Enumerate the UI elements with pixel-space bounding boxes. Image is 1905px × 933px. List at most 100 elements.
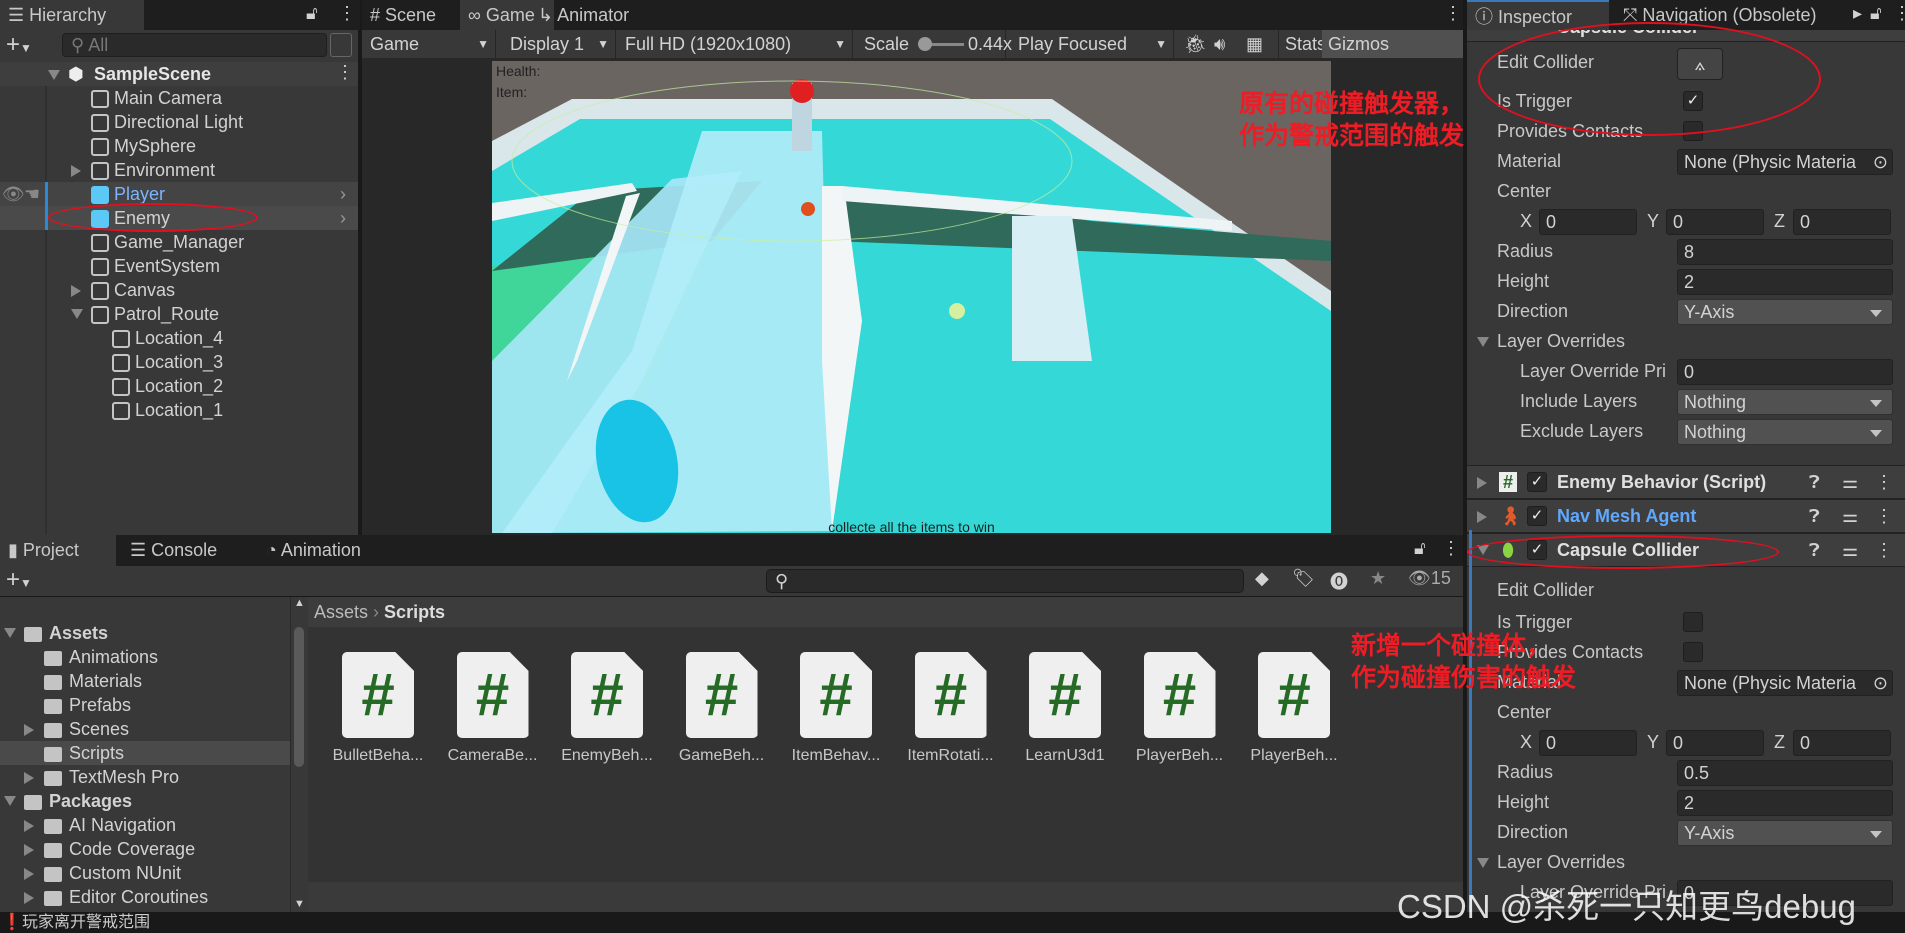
preset-settings-icon[interactable]: ⚌ xyxy=(1842,500,1858,532)
expand-arrow-icon[interactable] xyxy=(24,772,34,784)
create-add-button[interactable]: +▼ xyxy=(6,566,32,594)
material-field[interactable]: None (Physic Materia ⊙ xyxy=(1677,670,1893,696)
project-search-input[interactable]: ⚲ xyxy=(766,569,1244,593)
folder-tree-item[interactable]: Code Coverage xyxy=(0,837,290,861)
hierarchy-item[interactable]: Main Camera xyxy=(0,86,358,110)
folder-tree-item[interactable]: Animations xyxy=(0,645,290,669)
folder-tree-item[interactable]: Scripts xyxy=(0,741,290,765)
resolution-dropdown[interactable]: Full HD (1920x1080) ▼ xyxy=(619,30,853,58)
bug-icon[interactable]: 🐞︎ xyxy=(1184,30,1207,58)
game-mode-dropdown[interactable]: Game ▼ xyxy=(364,30,496,58)
expand-arrow-icon[interactable] xyxy=(1477,337,1489,347)
component-enabled-checkbox[interactable]: ✓ xyxy=(1527,472,1547,492)
layer-override-priority-input[interactable]: 0 xyxy=(1677,359,1893,385)
folder-tree-item[interactable]: AI Navigation xyxy=(0,813,290,837)
preset-settings-icon[interactable]: ⚌ xyxy=(1842,466,1858,498)
pickable-hand-icon[interactable]: ☚ xyxy=(24,182,40,206)
direction-dropdown[interactable]: Y-Axis xyxy=(1677,299,1893,325)
object-picker-icon[interactable]: ⊙ xyxy=(1872,150,1888,174)
hierarchy-item[interactable]: Patrol_Route xyxy=(0,302,358,326)
expand-arrow-icon[interactable] xyxy=(1477,477,1487,489)
hidden-packages-toggle[interactable]: 👁︎15 xyxy=(1408,568,1451,589)
hierarchy-item[interactable]: › 👁︎ ☚ Player xyxy=(0,182,358,206)
component-enabled-checkbox[interactable]: ✓ xyxy=(1527,506,1547,526)
material-field[interactable]: None (Physic Materia ⊙ xyxy=(1677,149,1893,175)
tab-animation[interactable]: ◔ Animation xyxy=(258,535,388,566)
tab-animator[interactable]: ↳ Animator xyxy=(530,0,650,30)
expand-arrow-icon[interactable] xyxy=(71,309,83,319)
tab-scene[interactable]: # Scene xyxy=(362,0,456,30)
keyboard-shortcuts-icon[interactable]: ▦ xyxy=(1246,30,1263,58)
tree-scrollbar[interactable]: ▲ ▼ xyxy=(290,597,308,912)
hierarchy-item[interactable]: MySphere xyxy=(0,134,358,158)
hierarchy-item[interactable]: Environment xyxy=(0,158,358,182)
preset-settings-icon[interactable]: ⚌ xyxy=(1842,534,1858,566)
label-tag-icon[interactable]: 🏷︎ xyxy=(1292,568,1315,589)
gizmos-button[interactable]: Gizmos xyxy=(1322,30,1463,58)
folder-tree-item[interactable]: Assets xyxy=(0,621,290,645)
lock-icon[interactable]: 🔓︎ xyxy=(1414,538,1426,559)
hierarchy-item[interactable]: EventSystem xyxy=(0,254,358,278)
expand-arrow-icon[interactable] xyxy=(24,724,34,736)
play-mode-dropdown[interactable]: Play Focused ▼ xyxy=(1010,30,1174,58)
create-add-button[interactable]: +▼ xyxy=(6,31,32,59)
tab-hierarchy[interactable]: ☰ Hierarchy xyxy=(0,0,144,30)
help-icon[interactable]: ❓︎ xyxy=(1809,466,1820,498)
provides-contacts-checkbox[interactable] xyxy=(1683,642,1703,662)
expand-arrow-icon[interactable] xyxy=(1477,511,1487,523)
object-picker-icon[interactable]: ⊙ xyxy=(1872,671,1888,695)
more-menu-icon[interactable]: ⋮ xyxy=(1875,466,1893,498)
center-y-input[interactable]: 0 xyxy=(1666,209,1764,235)
breadcrumb-assets[interactable]: Assets xyxy=(314,602,368,622)
hierarchy-item[interactable]: Location_3 xyxy=(0,350,358,374)
expand-arrow-icon[interactable] xyxy=(48,70,60,80)
folder-tree-item[interactable]: Editor Coroutines xyxy=(0,885,290,909)
hierarchy-item[interactable]: Canvas xyxy=(0,278,358,302)
direction-dropdown[interactable]: Y-Axis xyxy=(1677,820,1893,846)
folder-tree-item[interactable]: Custom NUnit xyxy=(0,861,290,885)
scroll-down-icon[interactable]: ▼ xyxy=(294,898,305,910)
folder-tree-item[interactable]: Packages xyxy=(0,789,290,813)
include-layers-dropdown[interactable]: Nothing xyxy=(1677,389,1893,415)
expand-arrow-icon[interactable] xyxy=(24,868,34,880)
folder-tree-item[interactable]: Materials xyxy=(0,669,290,693)
chevron-right-icon[interactable]: › xyxy=(340,206,346,230)
scrollbar-thumb[interactable] xyxy=(294,627,304,767)
center-x-input[interactable]: 0 xyxy=(1539,209,1637,235)
hierarchy-item[interactable]: Location_4 xyxy=(0,326,358,350)
expand-arrow-icon[interactable] xyxy=(71,285,81,297)
lock-icon[interactable]: 🔓︎ xyxy=(306,3,318,24)
exclude-layers-dropdown[interactable]: Nothing xyxy=(1677,419,1893,445)
chevron-right-icon[interactable]: › xyxy=(340,182,346,206)
tab-project[interactable]: ▮ Project xyxy=(0,535,116,566)
more-menu-icon[interactable]: ⋮ xyxy=(1875,534,1893,566)
center-x-input[interactable]: 0 xyxy=(1539,730,1637,756)
tab-console[interactable]: ☰ Console xyxy=(122,535,248,566)
expand-arrow-icon[interactable] xyxy=(4,796,16,806)
hierarchy-item[interactable]: Location_2 xyxy=(0,374,358,398)
more-menu-icon[interactable]: ⋮ xyxy=(338,3,356,24)
expand-arrow-icon[interactable] xyxy=(71,165,81,177)
more-menu-icon[interactable]: ⋮ xyxy=(336,62,354,83)
component-header[interactable]: 🚶︎ ✓ Nav Mesh Agent ❓︎ ⚌ ⋮ xyxy=(1467,499,1905,533)
folder-tree-item[interactable]: TextMesh Pro xyxy=(0,765,290,789)
help-icon[interactable]: ❓︎ xyxy=(1809,500,1820,532)
scroll-up-icon[interactable]: ▲ xyxy=(294,597,305,609)
visibility-eye-icon[interactable]: 👁︎ xyxy=(2,182,25,206)
folder-tree-item[interactable]: Scenes xyxy=(0,717,290,741)
more-menu-icon[interactable]: ⋮ xyxy=(1442,538,1460,559)
hierarchy-item[interactable]: Directional Light xyxy=(0,110,358,134)
radius-input[interactable]: 8 xyxy=(1677,239,1893,265)
hierarchy-item[interactable]: Game_Manager xyxy=(0,230,358,254)
search-by-type-icon[interactable]: ◆ xyxy=(1255,568,1269,589)
height-input[interactable]: 2 xyxy=(1677,790,1893,816)
more-menu-icon[interactable]: ⋮ xyxy=(1893,3,1905,24)
breadcrumb-scripts[interactable]: Scripts xyxy=(384,602,445,622)
expand-arrow-icon[interactable] xyxy=(1477,858,1489,868)
expand-arrow-icon[interactable] xyxy=(24,844,34,856)
favorite-star-icon[interactable]: ★ xyxy=(1370,568,1386,589)
hierarchy-search-input[interactable]: ⚲ All xyxy=(62,33,327,57)
search-mode-button[interactable] xyxy=(330,33,352,57)
folder-tree-item[interactable]: Prefabs xyxy=(0,693,290,717)
radius-input[interactable]: 0.5 xyxy=(1677,760,1893,786)
